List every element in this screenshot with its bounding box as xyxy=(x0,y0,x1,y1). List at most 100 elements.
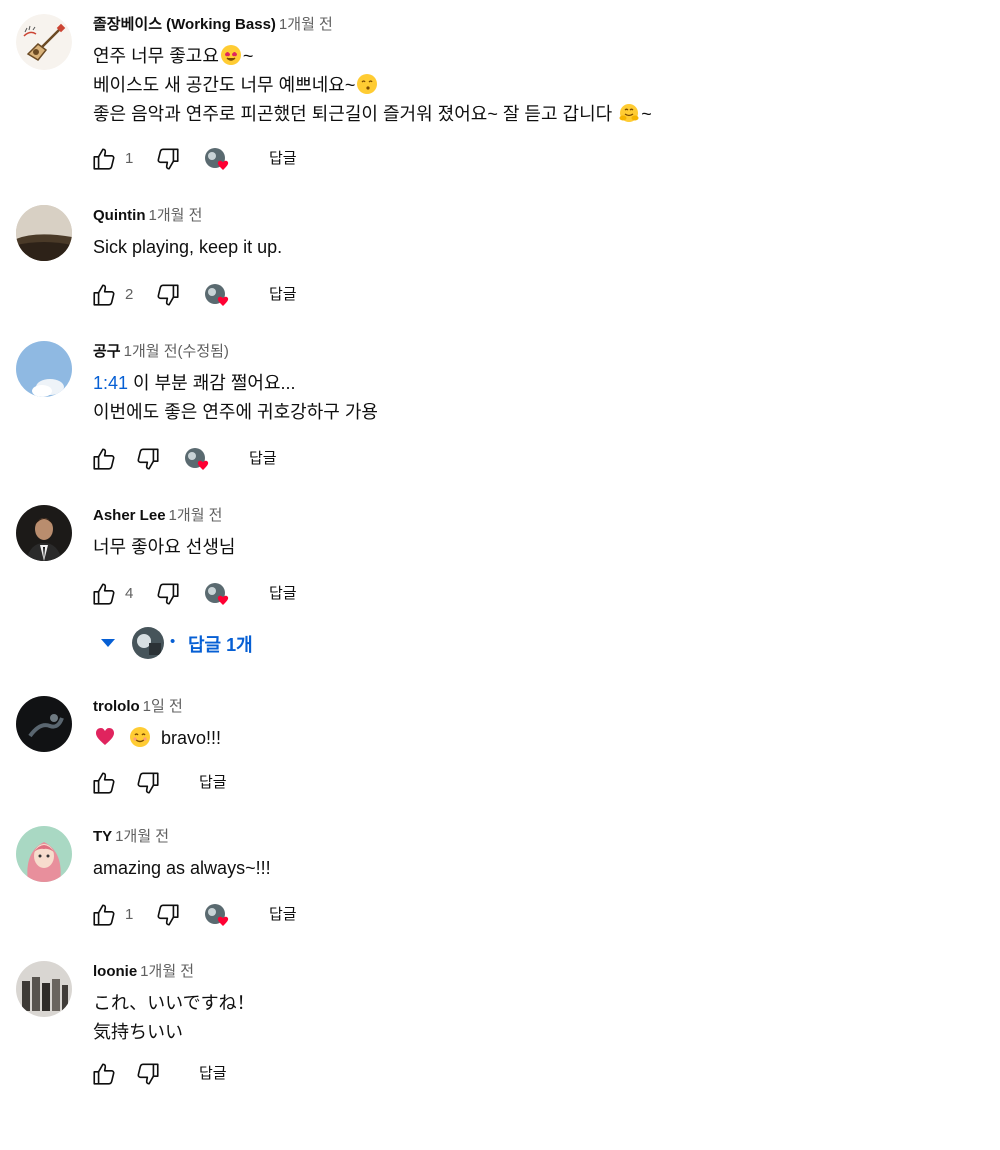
comment-actions: 4 답글 xyxy=(89,579,409,609)
author-name[interactable]: Asher Lee xyxy=(93,507,166,524)
author-name[interactable]: loonie xyxy=(93,963,137,980)
comment-line: 이번에도 좋은 연주에 귀호강하구 가용 xyxy=(93,402,378,422)
comment-time[interactable]: 1개월 전 xyxy=(169,507,223,524)
like-count: 1 xyxy=(125,906,134,923)
person-avatar-icon[interactable] xyxy=(16,505,72,561)
heart-eyes-emoji-icon xyxy=(220,45,241,65)
dislike-button[interactable] xyxy=(153,579,183,609)
comment-text: 연주 너무 좋고요 ~ 베이스도 새 공간도 너무 예쁘네요~ 좋은 음악과 연주… xyxy=(93,42,652,129)
comment-text: 1:41 이 부분 쾌감 쩔어요... 이번에도 좋은 연주에 귀호강하구 가용 xyxy=(93,369,378,427)
timestamp-link[interactable]: 1:41 xyxy=(93,373,128,393)
comment-line: Sick playing, keep it up. xyxy=(93,237,283,257)
like-button[interactable] xyxy=(89,444,119,474)
author-name[interactable]: trololo xyxy=(93,698,140,715)
like-button[interactable] xyxy=(89,579,119,609)
author-name[interactable]: TY xyxy=(93,828,112,845)
comment-header: trololo 1일 전 xyxy=(93,696,183,718)
like-count: 2 xyxy=(125,286,134,303)
replies-separator: • xyxy=(170,633,176,650)
sky-avatar-icon[interactable] xyxy=(16,341,72,397)
comment-header: 공구 1개월 전(수정됨) xyxy=(93,341,229,363)
dislike-button[interactable] xyxy=(133,1059,163,1089)
comment-time[interactable]: 1개월 전 xyxy=(115,828,169,845)
comment-line: 좋은 음악과 연주로 피곤했던 퇴근길이 즐거워 졌어요~ 잘 듣고 갑니다 xyxy=(93,104,613,124)
dislike-button[interactable] xyxy=(153,900,183,930)
reply-button[interactable]: 답글 xyxy=(249,444,277,474)
reply-button[interactable]: 답글 xyxy=(269,144,297,174)
anime-avatar-icon[interactable] xyxy=(16,826,72,882)
comment-actions: 1 답글 xyxy=(89,900,409,930)
like-button[interactable] xyxy=(89,900,119,930)
thumb-up-icon xyxy=(93,448,115,470)
caret-down-icon xyxy=(101,639,115,647)
like-button[interactable] xyxy=(89,768,119,798)
dark-avatar-icon[interactable] xyxy=(16,696,72,752)
comment-text: amazing as always~!!! xyxy=(93,854,271,883)
comment-line: 베이스도 새 공간도 너무 예쁘네요~ xyxy=(93,75,356,95)
comment-header: TY 1개월 전 xyxy=(93,826,169,848)
comment-actions: 답글 xyxy=(89,768,409,798)
thumb-up-icon xyxy=(93,1063,115,1085)
comment-time[interactable]: 1개월 전 xyxy=(149,207,203,224)
comment-header: Quintin 1개월 전 xyxy=(93,205,202,227)
author-name[interactable]: Quintin xyxy=(93,207,146,224)
comment-time[interactable]: 1개월 전 xyxy=(279,16,333,33)
comment-actions: 답글 xyxy=(89,1059,409,1089)
replies-count-label[interactable]: 답글 1개 xyxy=(188,631,253,657)
comment-line-suffix: ~ xyxy=(242,46,254,66)
smiling-emoji-icon xyxy=(130,727,151,747)
dislike-button[interactable] xyxy=(153,144,183,174)
comment-text: bravo!!! xyxy=(93,724,221,753)
thumb-down-icon xyxy=(137,448,159,470)
comment-text: 너무 좋아요 선생님 xyxy=(93,533,235,562)
comment-line-suffix: ~ xyxy=(641,104,652,124)
thumb-up-icon xyxy=(93,284,115,306)
like-button[interactable] xyxy=(89,1059,119,1089)
reply-button[interactable]: 답글 xyxy=(199,1059,227,1089)
reply-button[interactable]: 답글 xyxy=(199,768,227,798)
creator-heart-icon[interactable] xyxy=(203,146,233,174)
comment-time[interactable]: 1개월 전(수정됨) xyxy=(124,343,229,360)
kissing-emoji-icon xyxy=(357,74,378,94)
thumb-up-icon xyxy=(93,904,115,926)
comment-line: 연주 너무 좋고요 xyxy=(93,46,219,66)
comment-line: 너무 좋아요 선생님 xyxy=(93,537,236,557)
comments-section: 졸장베이스 (Working Bass) 1개월 전 연주 너무 좋고요 ~ 베이스… xyxy=(0,0,1000,1150)
creator-heart-icon[interactable] xyxy=(203,282,233,310)
red-heart-emoji-icon xyxy=(95,727,115,747)
comment-actions: 답글 xyxy=(89,444,409,474)
comment-thread: Quintin 1개월 전 Sick playing, keep it up. 2… xyxy=(0,205,1000,325)
comment-thread: TY 1개월 전 amazing as always~!!! 1 답글 xyxy=(0,826,1000,946)
comment-line: 気持ちいい xyxy=(93,1022,183,1042)
guitar-avatar-icon[interactable] xyxy=(16,14,72,70)
comment-time[interactable]: 1개월 전 xyxy=(140,963,194,980)
creator-heart-icon[interactable] xyxy=(183,446,213,474)
dislike-button[interactable] xyxy=(133,768,163,798)
thumb-up-icon xyxy=(93,772,115,794)
creator-heart-icon[interactable] xyxy=(203,581,233,609)
crowd-avatar-icon[interactable] xyxy=(16,961,72,1017)
like-button[interactable] xyxy=(89,144,119,174)
dislike-button[interactable] xyxy=(133,444,163,474)
comment-actions: 1 답글 xyxy=(89,144,409,174)
reply-button[interactable]: 답글 xyxy=(269,280,297,310)
like-button[interactable] xyxy=(89,280,119,310)
thumb-up-icon xyxy=(93,583,115,605)
reply-button[interactable]: 답글 xyxy=(269,900,297,930)
thumb-down-icon xyxy=(137,772,159,794)
landscape-avatar-icon[interactable] xyxy=(16,205,72,261)
dislike-button[interactable] xyxy=(153,280,183,310)
comment-time[interactable]: 1일 전 xyxy=(143,698,183,715)
reply-button[interactable]: 답글 xyxy=(269,579,297,609)
thumb-down-icon xyxy=(157,148,179,170)
comment-header: loonie 1개월 전 xyxy=(93,961,194,983)
like-count: 4 xyxy=(125,585,134,602)
author-name[interactable]: 졸장베이스 (Working Bass) xyxy=(93,16,276,33)
comment-thread: 졸장베이스 (Working Bass) 1개월 전 연주 너무 좋고요 ~ 베이스… xyxy=(0,14,1000,184)
like-count: 1 xyxy=(125,150,134,167)
creator-heart-icon[interactable] xyxy=(203,902,233,930)
comment-actions: 2 답글 xyxy=(89,280,409,310)
thumb-down-icon xyxy=(157,583,179,605)
comment-line: bravo!!! xyxy=(161,728,222,748)
author-name[interactable]: 공구 xyxy=(93,343,121,360)
